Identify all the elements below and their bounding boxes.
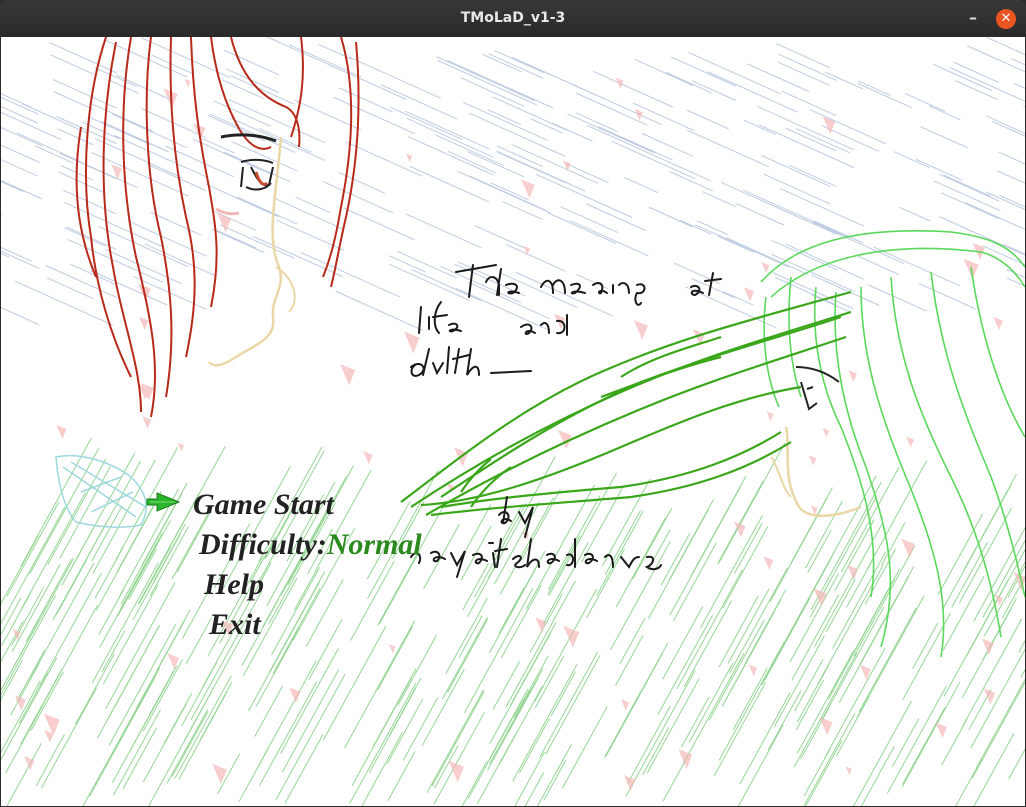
difficulty-value: Normal [326,528,422,561]
title-screen-artwork [1,37,1025,806]
title-bar[interactable]: TMoLaD_v1-3 – ✕ [0,0,1026,37]
help-label: Help [204,568,264,601]
green-haired-character-sketch [400,230,1025,658]
difficulty-label: Difficulty: [199,528,327,561]
close-button[interactable]: ✕ [996,9,1016,29]
game-canvas: Game Start Difficulty:Normal Help Exit [1,37,1025,806]
game-window: TMoLaD_v1-3 – ✕ Game Start Difficulty:No… [0,0,1026,807]
menu-item-exit[interactable]: Exit [209,608,261,642]
minimize-button[interactable]: – [962,8,984,30]
window-title: TMoLaD_v1-3 [460,10,566,26]
exit-label: Exit [209,608,261,641]
menu-item-game-start[interactable]: Game Start [193,488,334,522]
rain-strokes [1,37,1025,331]
menu-item-help[interactable]: Help [204,568,264,602]
grass-strokes [1,437,1025,806]
handwritten-title-lettering [410,264,722,578]
menu-item-difficulty[interactable]: Difficulty:Normal [199,528,422,562]
cyan-feather-scribble [55,454,147,528]
game-start-label: Game Start [193,488,334,521]
